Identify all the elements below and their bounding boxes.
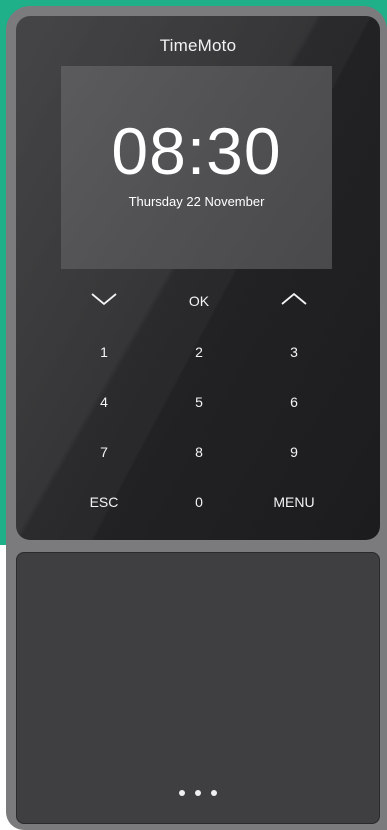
up-button[interactable]: [254, 286, 334, 316]
display-screen: 08:30 Thursday 22 November: [61, 66, 332, 269]
key-6[interactable]: 6: [254, 387, 334, 417]
three-dots-icon: [17, 783, 379, 801]
key-5[interactable]: 5: [159, 387, 239, 417]
badge-reader-panel[interactable]: [16, 552, 380, 824]
brand-logo: TimeMoto: [159, 36, 237, 55]
key-3[interactable]: 3: [254, 337, 334, 367]
indicator-dot: [179, 790, 185, 796]
key-7[interactable]: 7: [64, 437, 144, 467]
chevron-down-icon: [64, 292, 144, 306]
key-9[interactable]: 9: [254, 437, 334, 467]
ok-button[interactable]: OK: [159, 286, 239, 316]
device-front-panel: TimeMoto 08:30 Thursday 22 November OK 1…: [16, 16, 380, 540]
clock-time: 08:30: [111, 114, 282, 188]
esc-button[interactable]: ESC: [64, 487, 144, 517]
key-8[interactable]: 8: [159, 437, 239, 467]
key-4[interactable]: 4: [64, 387, 144, 417]
indicator-dot: [211, 790, 217, 796]
indicator-dot: [195, 790, 201, 796]
key-1[interactable]: 1: [64, 337, 144, 367]
key-0[interactable]: 0: [159, 487, 239, 517]
chevron-up-icon: [254, 292, 334, 306]
clock-date: Thursday 22 November: [128, 194, 265, 209]
key-2[interactable]: 2: [159, 337, 239, 367]
down-button[interactable]: [64, 286, 144, 316]
menu-button[interactable]: MENU: [254, 487, 334, 517]
